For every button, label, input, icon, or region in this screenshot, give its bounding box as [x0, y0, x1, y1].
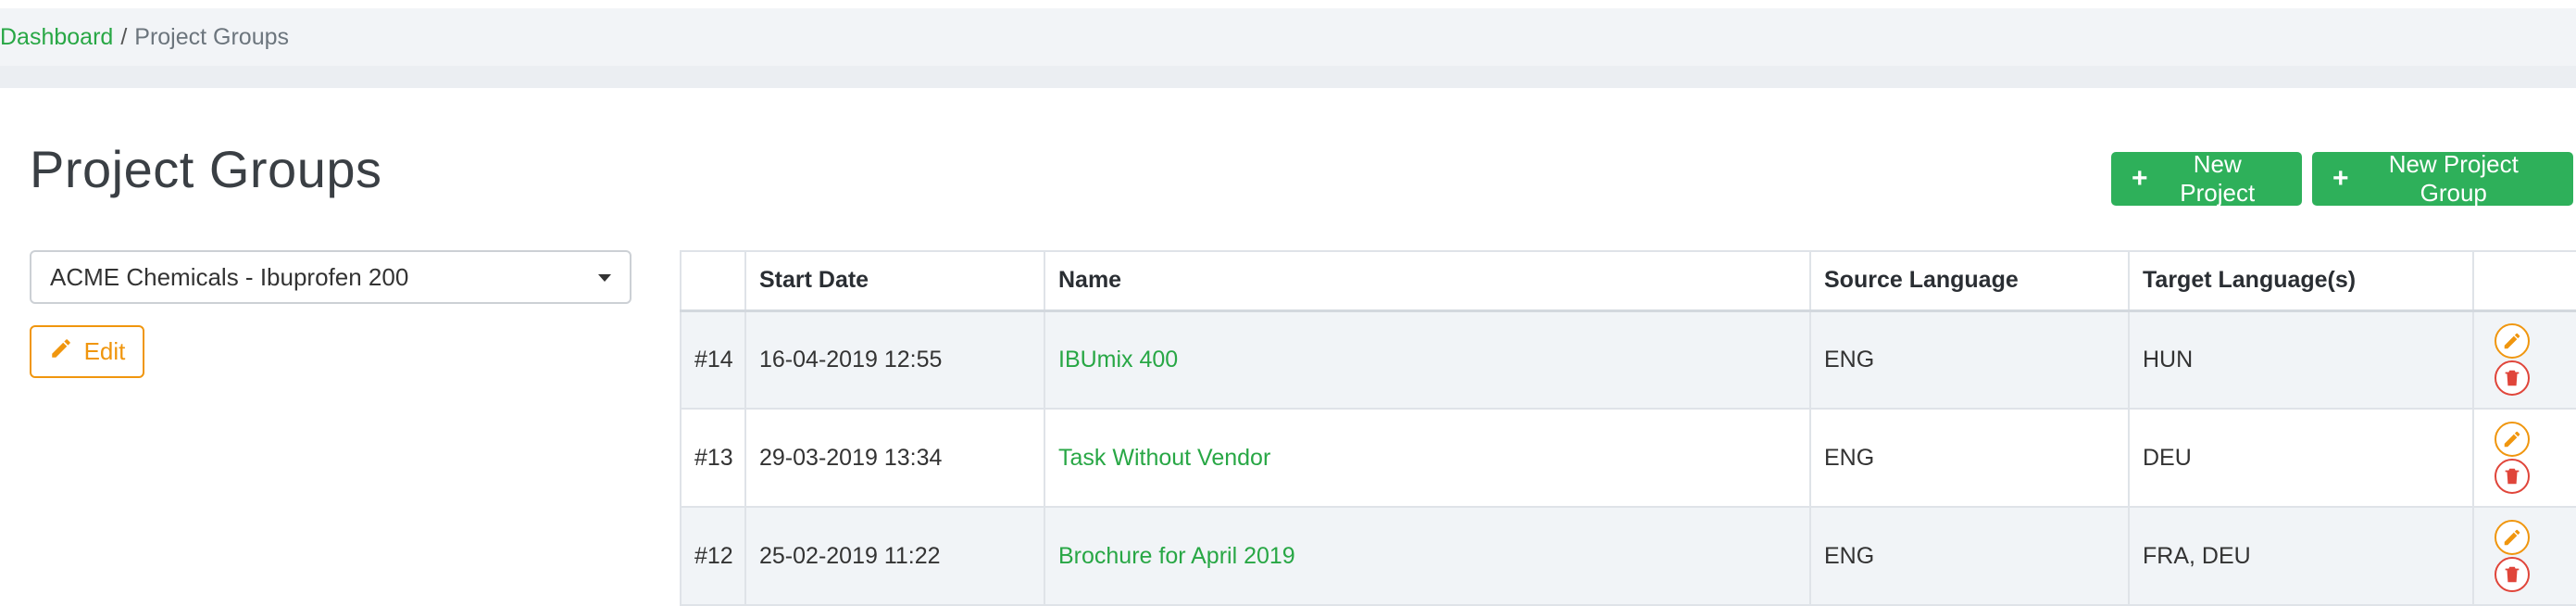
pencil-icon[interactable]: [2495, 323, 2530, 360]
project-group-select[interactable]: ACME Chemicals - Ibuprofen 200: [30, 250, 631, 304]
row-actions: [2472, 408, 2576, 508]
column-header-name[interactable]: Name: [1044, 250, 1811, 312]
row-actions: [2472, 309, 2576, 410]
project-name-link[interactable]: Brochure for April 2019: [1058, 543, 1295, 569]
project-group-select-value: ACME Chemicals - Ibuprofen 200: [50, 262, 409, 291]
plus-icon: +: [2332, 163, 2349, 194]
project-name-link[interactable]: Task Without Vendor: [1058, 445, 1270, 471]
header-divider-band: [0, 66, 2576, 88]
new-project-label: New Project: [2180, 150, 2256, 207]
project-id: #14: [680, 309, 746, 410]
pencil-icon[interactable]: [2495, 520, 2530, 555]
breadcrumb: Dashboard / Project Groups: [0, 8, 2576, 66]
edit-group-label: Edit: [83, 337, 126, 365]
breadcrumb-current: Project Groups: [134, 23, 290, 50]
projects-table: Start Date Name Source Language Target L…: [680, 250, 2576, 606]
caret-down-icon: [598, 274, 611, 282]
column-header-start-date[interactable]: Start Date: [744, 250, 1045, 312]
project-start-date: 16-04-2019 12:55: [744, 309, 1045, 410]
project-id: #13: [680, 408, 746, 508]
page-title: Project Groups: [30, 140, 382, 198]
project-name-link[interactable]: IBUmix 400: [1058, 347, 1178, 372]
table-header-row: Start Date Name Source Language Target L…: [680, 250, 2576, 312]
project-target-languages: FRA, DEU: [2128, 506, 2474, 606]
new-project-group-label: New Project Group: [2388, 150, 2519, 207]
table-row: #12 25-02-2019 11:22 Brochure for April …: [680, 506, 2576, 606]
project-source-language: ENG: [1809, 506, 2130, 606]
column-header-source-language[interactable]: Source Language: [1809, 250, 2130, 312]
table-row: #13 29-03-2019 13:34 Task Without Vendor…: [680, 408, 2576, 508]
column-header-target-languages[interactable]: Target Language(s): [2128, 250, 2474, 312]
plus-icon: +: [2132, 163, 2148, 194]
column-header-actions: [2472, 250, 2576, 312]
trash-icon[interactable]: [2495, 557, 2530, 592]
project-source-language: ENG: [1809, 309, 2130, 410]
trash-icon[interactable]: [2495, 360, 2530, 397]
project-name-cell: Brochure for April 2019: [1044, 506, 1811, 606]
project-name-cell: IBUmix 400: [1044, 309, 1811, 410]
breadcrumb-dashboard-link[interactable]: Dashboard: [0, 24, 113, 51]
edit-group-button[interactable]: Edit: [30, 325, 144, 378]
breadcrumb-separator: /: [120, 23, 128, 50]
trash-icon[interactable]: [2495, 459, 2530, 494]
project-target-languages: DEU: [2128, 408, 2474, 508]
pencil-icon[interactable]: [2495, 422, 2530, 457]
table-row: #14 16-04-2019 12:55 IBUmix 400 ENG HUN: [680, 309, 2576, 410]
new-project-button[interactable]: + New Project: [2111, 150, 2302, 207]
project-start-date: 29-03-2019 13:34: [744, 408, 1045, 508]
project-start-date: 25-02-2019 11:22: [744, 506, 1045, 606]
project-id: #12: [680, 506, 746, 606]
project-source-language: ENG: [1809, 408, 2130, 508]
column-header-id: [680, 250, 746, 312]
pencil-icon: [49, 336, 73, 367]
project-target-languages: HUN: [2128, 309, 2474, 410]
new-project-group-button[interactable]: + New Project Group: [2312, 150, 2573, 207]
row-actions: [2472, 506, 2576, 606]
project-name-cell: Task Without Vendor: [1044, 408, 1811, 508]
